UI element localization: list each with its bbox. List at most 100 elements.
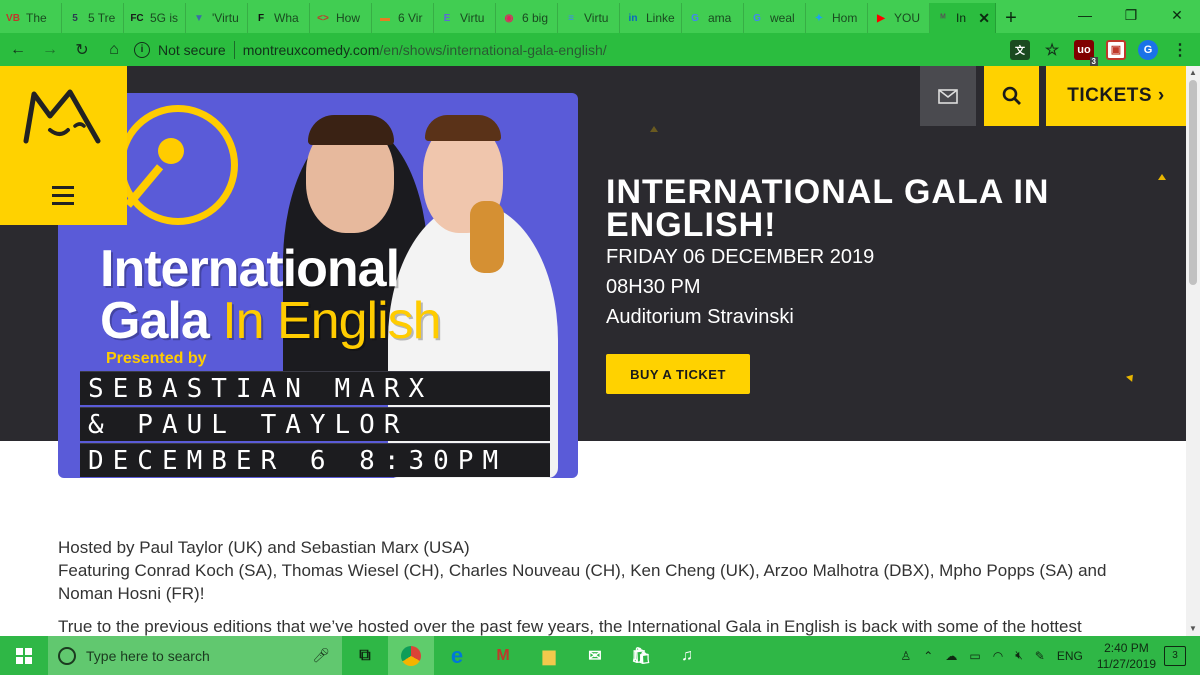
microphone-icon[interactable]: 🎤︎ [312, 647, 330, 664]
show-date: FRIDAY 06 DECEMBER 2019 [606, 246, 875, 268]
system-tray: ♙ ⌃ ☁ ▭ ◠ 🔇︎ ✎ ENG 2:40 PM 11/27/2019 3 [895, 636, 1200, 675]
tab-label: Wha [274, 11, 299, 25]
window-controls: — ❐ ✕ [1062, 0, 1200, 30]
croissant-image [470, 201, 504, 273]
store-icon[interactable]: 🛍︎ [618, 636, 664, 675]
shield-ext-icon[interactable]: ▣ [1106, 39, 1126, 60]
page-scrollbar[interactable]: ▲ ▼ [1186, 66, 1200, 636]
poster-title-line2: Gala In English [100, 295, 442, 347]
browser-tab[interactable]: ▶ YOU [868, 3, 930, 33]
chevron-up-icon[interactable]: ⌃ [923, 649, 933, 663]
google-icon: G [691, 12, 699, 24]
tab-label: ama [708, 11, 732, 25]
minimize-icon[interactable]: — [1062, 0, 1108, 30]
mcafee-icon[interactable]: M [480, 636, 526, 675]
new-tab-button[interactable]: + [996, 3, 1026, 33]
onedrive-icon[interactable]: ☁ [945, 649, 957, 663]
chrome-taskbar-icon[interactable] [388, 636, 434, 675]
browser-tab[interactable]: F Wha [248, 3, 310, 33]
tab-label: Linke [646, 11, 675, 25]
people-icon[interactable]: ♙ [901, 649, 912, 663]
profile-avatar[interactable]: G [1138, 39, 1158, 60]
browser-tab[interactable]: Gweal [744, 3, 806, 33]
close-window-icon[interactable]: ✕ [1154, 0, 1200, 30]
microphone-head [158, 138, 184, 164]
bookmark-star-icon[interactable]: ☆ [1042, 40, 1062, 60]
browser-tab[interactable]: E Virtu [434, 3, 496, 33]
info-icon[interactable]: i [134, 41, 150, 58]
url-host: montreuxcomedy.com [242, 41, 380, 58]
comedian-hair-2 [425, 115, 501, 141]
browser-tab[interactable]: VB The [0, 3, 62, 33]
browser-toolbar: ← → ↻ ⌂ i Not secure montreuxcomedy.com /… [0, 33, 1200, 66]
battery-icon[interactable]: ▭ [969, 649, 980, 663]
language-indicator[interactable]: ENG [1057, 649, 1083, 663]
hosts-line: Hosted by Paul Taylor (UK) and Sebastian… [58, 538, 470, 557]
tab-label: How [336, 11, 361, 25]
notification-center-icon[interactable]: 3 [1164, 645, 1186, 666]
e-icon: E [443, 12, 451, 24]
twitter-icon: ✦ [814, 12, 824, 24]
windows-taskbar: Type here to search 🎤︎ ⧉ e M ▆ ✉ 🛍︎ ♫ ♙ … [0, 636, 1200, 675]
start-button[interactable] [0, 636, 48, 675]
wifi-icon[interactable]: ◠ [993, 649, 1003, 663]
browser-tab[interactable]: <> How [310, 3, 372, 33]
ext-badge: 3 [1089, 56, 1098, 66]
translate-icon[interactable]: 文 [1010, 39, 1030, 60]
clock[interactable]: 2:40 PM 11/27/2019 [1097, 640, 1156, 672]
decor-spark [1126, 372, 1136, 382]
browser-tab[interactable]: ▬ 6 Vir [372, 3, 434, 33]
tickets-button[interactable]: TICKETS › [1046, 66, 1186, 126]
show-poster: International Gala In English Presented … [58, 93, 578, 478]
pen-icon[interactable]: ✎ [1035, 649, 1045, 663]
extension-icons: 文 ☆ uo 3 ▣ G ⋮ [1010, 39, 1190, 66]
clock-time: 2:40 PM [1104, 640, 1149, 655]
site-logo[interactable] [0, 66, 127, 225]
browser-tab[interactable]: ✦ Hom [806, 3, 868, 33]
scroll-down-icon[interactable]: ▼ [1189, 624, 1197, 633]
scroll-up-icon[interactable]: ▲ [1189, 68, 1197, 77]
browser-tab[interactable]: Gama [682, 3, 744, 33]
scroll-thumb[interactable] [1189, 80, 1197, 285]
reload-icon[interactable]: ↻ [68, 36, 96, 64]
browser-tab-strip: VB The 5 5 Tre FC 5G is ▼ 'Virtu F Wha <> How ▬ 6 Vir… [0, 0, 1200, 33]
code-icon: <> [317, 12, 329, 24]
doc-icon: ≡ [568, 12, 574, 24]
browser-tab[interactable]: 5 5 Tre [62, 3, 124, 33]
browser-tab[interactable]: FC 5G is [124, 3, 186, 33]
back-icon[interactable]: ← [4, 36, 32, 64]
show-description: Hosted by Paul Taylor (UK) and Sebastian… [58, 536, 1138, 636]
mail-icon[interactable]: ✉ [572, 636, 618, 675]
tab-label: weal [770, 11, 795, 25]
tab-label: 5 Tre [88, 11, 116, 25]
edge-icon[interactable]: e [434, 636, 480, 675]
browser-tab[interactable]: ≡ Virtu [558, 3, 620, 33]
intro-paragraph: True to the previous editions that we’ve… [58, 617, 1082, 636]
search-button[interactable] [984, 66, 1039, 126]
itunes-icon[interactable]: ♫ [664, 636, 710, 675]
forward-icon[interactable]: → [36, 36, 64, 64]
show-venue: Auditorium Stravinski [606, 306, 794, 328]
home-icon[interactable]: ⌂ [100, 36, 128, 64]
browser-tab[interactable]: ◉ 6 big [496, 3, 558, 33]
buy-ticket-button[interactable]: BUY A TICKET [606, 354, 750, 394]
browser-tab[interactable]: ▼ 'Virtu [186, 3, 248, 33]
volume-muted-icon[interactable]: 🔇︎ [1015, 648, 1023, 663]
file-explorer-icon[interactable]: ▆ [526, 636, 572, 675]
task-view-icon[interactable]: ⧉ [342, 636, 388, 675]
tab-label: YOU [894, 11, 921, 25]
address-bar[interactable]: i Not secure montreuxcomedy.com/en/shows… [134, 37, 1000, 63]
close-tab-icon[interactable]: ✕ [978, 10, 990, 27]
taskbar-search[interactable]: Type here to search 🎤︎ [48, 636, 342, 675]
tab-label: In [956, 11, 967, 25]
tab-active[interactable]: ᴹ In ✕ [930, 3, 996, 33]
tab-label: Hom [832, 11, 858, 25]
newsletter-button[interactable] [920, 66, 976, 126]
ublock-icon[interactable]: uo 3 [1074, 39, 1098, 66]
browser-tab[interactable]: in Linke [620, 3, 682, 33]
linkedin-icon: in [628, 12, 638, 24]
hamburger-menu-icon[interactable] [52, 186, 74, 210]
menu-dots-icon[interactable]: ⋮ [1170, 40, 1190, 60]
restore-icon[interactable]: ❐ [1108, 0, 1154, 30]
comedian-hair-1 [308, 115, 394, 145]
